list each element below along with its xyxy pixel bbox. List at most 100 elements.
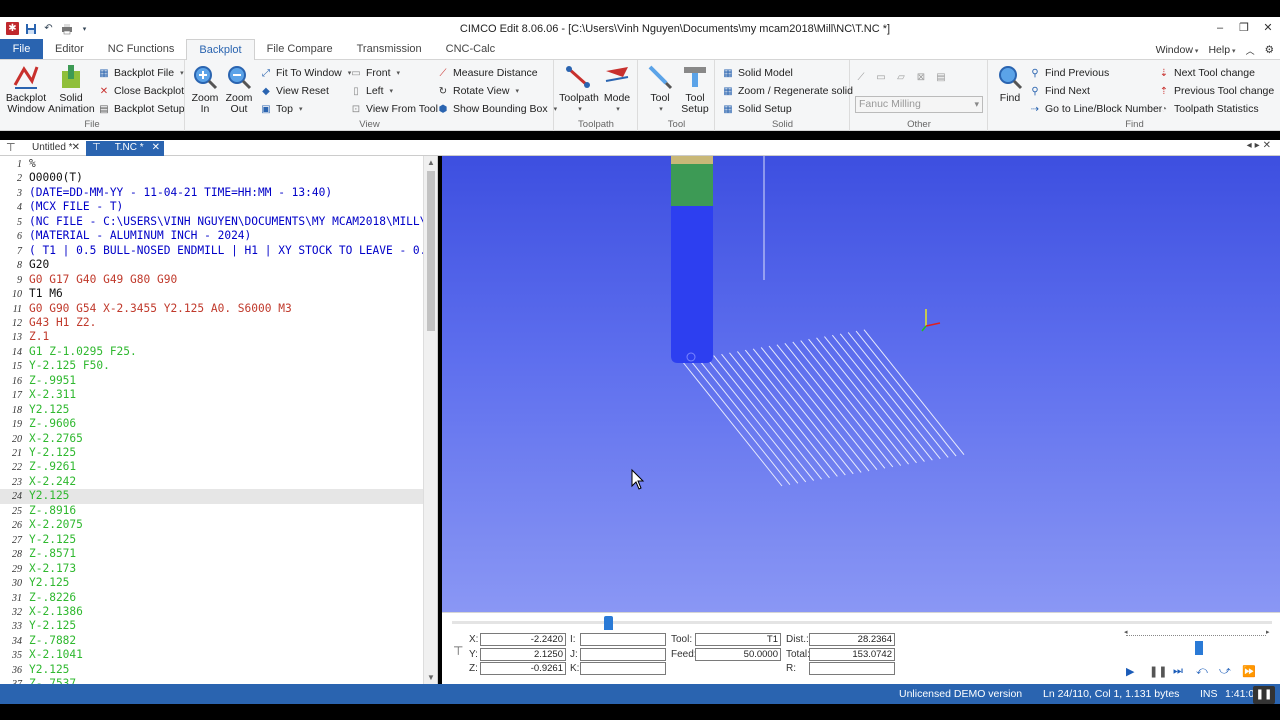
- code-line[interactable]: 6 (MATERIAL - ALUMINUM INCH - 2024): [0, 229, 424, 243]
- tab-untitled[interactable]: Untitled * ✕: [26, 141, 84, 156]
- step-back-icon[interactable]: ⤺: [1196, 665, 1208, 678]
- zoom-out-button[interactable]: Zoom Out: [220, 63, 258, 115]
- code-line[interactable]: 13 Z.1: [0, 330, 424, 344]
- code-line[interactable]: 2 O0000(T): [0, 171, 424, 185]
- print-icon[interactable]: [60, 22, 73, 35]
- find-button[interactable]: Find: [993, 63, 1027, 104]
- code-line[interactable]: 35 X-2.1041: [0, 648, 424, 662]
- scroll-up-icon[interactable]: ▲: [424, 158, 437, 167]
- tab-navigation[interactable]: ◂▸✕: [1247, 140, 1274, 151]
- grid-icon[interactable]: ▭: [875, 71, 887, 83]
- code-editor[interactable]: 1% 2 O0000(T) 3 (DATE=DD-MM-YY - 11-04-21 TI…: [0, 156, 438, 684]
- clip-icon[interactable]: ▱: [895, 71, 907, 83]
- tab-nc-functions[interactable]: NC Functions: [96, 39, 187, 59]
- previous-tool-change-button[interactable]: ⇡ Previous Tool change: [1158, 82, 1274, 100]
- code-line[interactable]: 34 Z-.7882: [0, 634, 424, 648]
- app-logo-icon[interactable]: ✱: [6, 22, 19, 35]
- help-menu[interactable]: Help ▾: [1208, 44, 1235, 56]
- window-menu[interactable]: Window ▾: [1156, 44, 1199, 56]
- minimize-button[interactable]: –: [1208, 17, 1232, 40]
- code-line[interactable]: 7 ( T1 | 0.5 BULL-NOSED ENDMILL | H1 | XY…: [0, 244, 424, 258]
- scrollbar-thumb[interactable]: [427, 171, 435, 331]
- rotate-view-menu[interactable]: ↻ Rotate View ▾: [437, 82, 519, 100]
- step-forward-icon[interactable]: ⏭: [1173, 665, 1183, 678]
- scroll-down-icon[interactable]: ▼: [424, 673, 437, 682]
- code-line[interactable]: 27 Y-2.125: [0, 533, 424, 547]
- undo-icon[interactable]: ↶: [42, 22, 55, 35]
- solid-animation-button[interactable]: Solid Animation: [48, 63, 95, 115]
- mode-button[interactable]: Mode ▾: [597, 63, 637, 115]
- find-previous-button[interactable]: ⚲ Find Previous: [1029, 64, 1109, 82]
- tab-transmission[interactable]: Transmission: [345, 39, 434, 59]
- restore-button[interactable]: ❐: [1232, 17, 1256, 40]
- backplot-file-menu[interactable]: ▦ Backplot File ▾: [98, 64, 183, 82]
- zoom-in-button[interactable]: Zoom In: [186, 63, 224, 115]
- code-line[interactable]: 3 (DATE=DD-MM-YY - 11-04-21 TIME=HH:MM - …: [0, 186, 424, 200]
- code-line[interactable]: 25 Z-.8916: [0, 504, 424, 518]
- tab-menu-icon[interactable]: ⊤: [6, 141, 16, 154]
- find-next-button[interactable]: ⚲ Find Next: [1029, 82, 1090, 100]
- next-tool-change-button[interactable]: ⇣ Next Tool change: [1158, 64, 1255, 82]
- front-view-menu[interactable]: ▭ Front ▾: [350, 64, 400, 82]
- collapse-ribbon-icon[interactable]: ︿: [1246, 44, 1255, 57]
- save-icon[interactable]: [24, 22, 37, 35]
- code-line[interactable]: 22 Z-.9261: [0, 460, 424, 474]
- close-button[interactable]: ✕: [1256, 17, 1280, 40]
- left-view-menu[interactable]: ▯ Left ▾: [350, 82, 393, 100]
- tool-button[interactable]: Tool ▾: [641, 63, 679, 115]
- code-line[interactable]: 30 Y2.125: [0, 576, 424, 590]
- next-move-icon[interactable]: ⤻: [1219, 665, 1231, 678]
- top-view-menu[interactable]: ▣ Top ▾: [260, 100, 302, 118]
- view-from-tool-button[interactable]: ⊡ View From Tool: [350, 100, 438, 118]
- code-line[interactable]: 1%: [0, 157, 424, 171]
- code-line[interactable]: 36 Y2.125: [0, 663, 424, 677]
- tab-editor[interactable]: Editor: [43, 39, 96, 59]
- code-line[interactable]: 26 X-2.2075: [0, 518, 424, 532]
- machine-select[interactable]: Fanuc Milling: [855, 96, 983, 113]
- close-tab-icon[interactable]: ✕: [72, 141, 80, 155]
- code-line[interactable]: 29 X-2.173: [0, 562, 424, 576]
- toolpath-button[interactable]: Toolpath ▾: [559, 63, 599, 115]
- file-tab[interactable]: File: [0, 39, 43, 59]
- toolpath-statistics-button[interactable]: ◔ Toolpath Statistics: [1158, 100, 1259, 118]
- code-line[interactable]: 28 Z-.8571: [0, 547, 424, 561]
- code-line[interactable]: 9 G0 G17 G40 G49 G80 G90: [0, 273, 424, 287]
- code-line[interactable]: 10 T1 M6: [0, 287, 424, 301]
- speed-slider-thumb[interactable]: [1194, 641, 1203, 655]
- pause-icon[interactable]: ❚❚: [1149, 665, 1167, 678]
- code-line[interactable]: 18 Y2.125: [0, 403, 424, 417]
- code-line[interactable]: 20 X-2.2765: [0, 432, 424, 446]
- settings-gear-icon[interactable]: ⚙: [1265, 44, 1274, 56]
- close-tab-icon[interactable]: ✕: [152, 141, 160, 155]
- fit-to-window-button[interactable]: ⤢ Fit To Window ▾: [260, 64, 351, 82]
- code-line[interactable]: 33 Y-2.125: [0, 619, 424, 633]
- code-line[interactable]: 21 Y-2.125: [0, 446, 424, 460]
- zoom-regenerate-solid-button[interactable]: ▦ Zoom / Regenerate solid: [722, 82, 853, 100]
- code-line[interactable]: 5 (NC FILE - C:\USERS\VINH NGUYEN\DOCUMEN…: [0, 215, 424, 229]
- tool-setup-button[interactable]: Tool Setup: [675, 63, 715, 115]
- tab-t-nc[interactable]: ⊤ T.NC * ✕: [86, 141, 164, 156]
- code-line[interactable]: 15 Y-2.125 F50.: [0, 359, 424, 373]
- video-pause-button[interactable]: ❚❚: [1253, 686, 1275, 704]
- tab-cnc-calc[interactable]: CNC-Calc: [434, 39, 508, 59]
- export-dxf-icon[interactable]: ▤: [935, 71, 947, 83]
- editor-vertical-scrollbar[interactable]: ▲ ▼: [423, 156, 437, 684]
- code-line[interactable]: 23 X-2.242: [0, 475, 424, 489]
- speed-slider-track[interactable]: [1126, 635, 1266, 636]
- code-line[interactable]: 37Z-.7537: [0, 677, 424, 684]
- code-line[interactable]: 31 Z-.8226: [0, 591, 424, 605]
- play-icon[interactable]: ▶: [1126, 665, 1134, 678]
- code-line[interactable]: 32 X-2.1386: [0, 605, 424, 619]
- code-line[interactable]: 19 Z-.9606: [0, 417, 424, 431]
- code-line[interactable]: 4 (MCX FILE - T): [0, 200, 424, 214]
- code-line[interactable]: 17 X-2.311: [0, 388, 424, 402]
- code-line[interactable]: 24 Y2.125: [0, 489, 424, 504]
- solid-model-button[interactable]: ▦ Solid Model: [722, 64, 793, 82]
- code-line[interactable]: 12 G43 H1 Z2.: [0, 316, 424, 330]
- transform-icon[interactable]: ⊠: [915, 71, 927, 83]
- snap-icon[interactable]: ⟋: [855, 71, 867, 83]
- backplot-window-button[interactable]: Backplot Window: [4, 63, 48, 115]
- show-bounding-box-menu[interactable]: ⬢ Show Bounding Box ▾: [437, 100, 557, 118]
- goto-line-button[interactable]: ⇢ Go to Line/Block Number: [1029, 100, 1163, 118]
- solid-setup-button[interactable]: ▦ Solid Setup: [722, 100, 791, 118]
